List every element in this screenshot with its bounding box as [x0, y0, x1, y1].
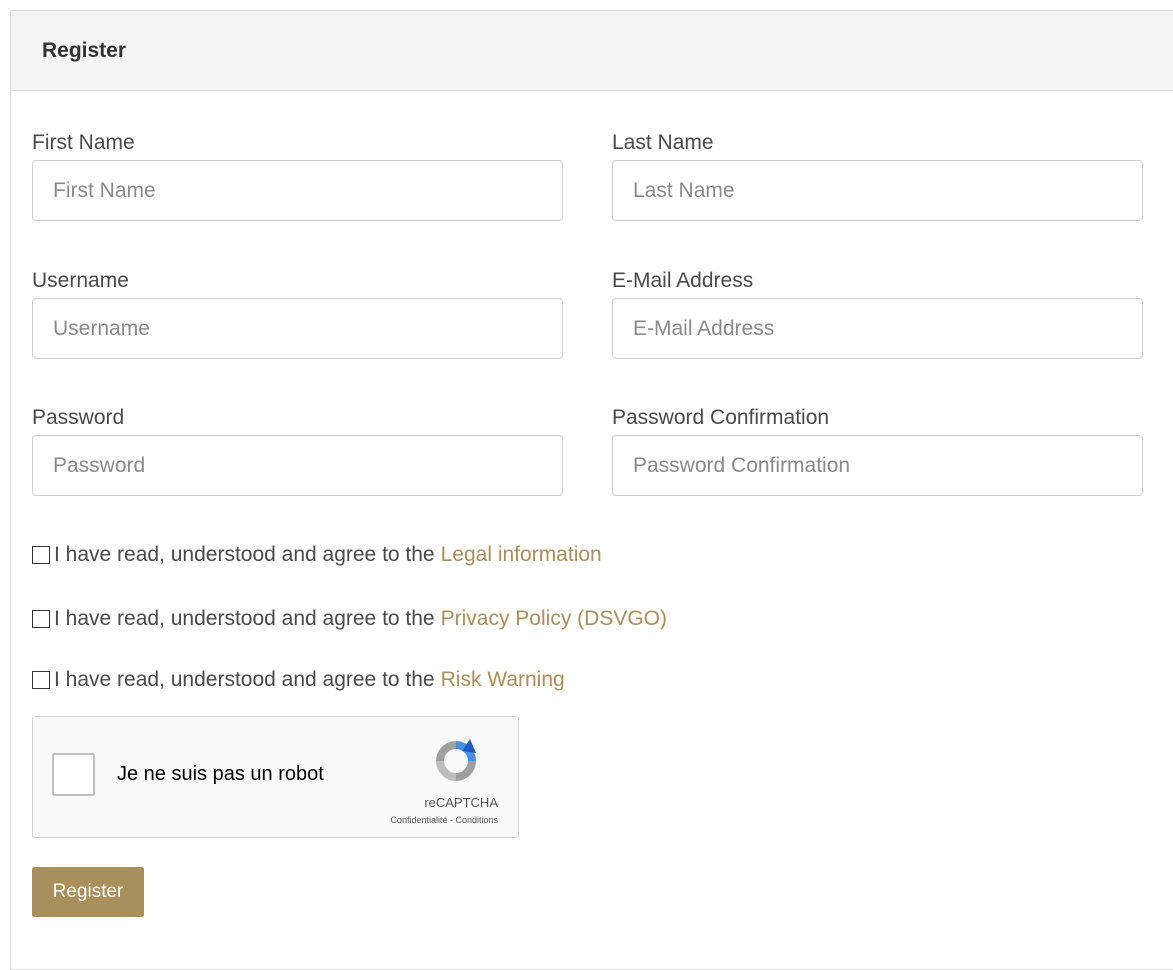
password-label: Password — [32, 406, 125, 429]
register-button[interactable]: Register — [32, 867, 144, 917]
last-name-input[interactable] — [612, 160, 1143, 221]
card-title: Register — [42, 38, 127, 62]
last-name-group: Last Name — [612, 128, 1143, 221]
username-group: Username — [32, 266, 563, 359]
password-confirmation-label: Password Confirmation — [612, 406, 830, 429]
password-input[interactable] — [32, 435, 563, 496]
username-label: Username — [32, 269, 129, 292]
agreement-risk-text: I have read, understood and agree to the — [54, 668, 435, 691]
agreement-legal: I have read, understood and agree to the… — [32, 540, 602, 570]
email-group: E-Mail Address — [612, 266, 1143, 359]
agreement-privacy-text: I have read, understood and agree to the — [54, 607, 435, 630]
username-input[interactable] — [32, 298, 563, 359]
password-confirmation-group: Password Confirmation — [612, 403, 1143, 496]
card-header: Register — [11, 11, 1173, 91]
recaptcha-logo-icon — [436, 739, 476, 781]
first-name-label: First Name — [32, 131, 135, 154]
email-input[interactable] — [612, 298, 1143, 359]
first-name-input[interactable] — [32, 160, 563, 221]
risk-warning-link[interactable]: Risk Warning — [441, 668, 565, 692]
risk-checkbox[interactable] — [32, 671, 50, 689]
email-label: E-Mail Address — [612, 269, 754, 292]
recaptcha-brand: reCAPTCHA — [424, 795, 498, 810]
agreement-risk: I have read, understood and agree to the… — [32, 665, 565, 695]
password-group: Password — [32, 403, 563, 496]
password-confirmation-input[interactable] — [612, 435, 1143, 496]
privacy-checkbox[interactable] — [32, 610, 50, 628]
privacy-policy-link[interactable]: Privacy Policy (DSVGO) — [441, 607, 667, 631]
recaptcha-terms-link[interactable]: Confidentialité - Conditions — [390, 815, 498, 825]
legal-checkbox[interactable] — [32, 546, 50, 564]
agreement-privacy: I have read, understood and agree to the… — [32, 604, 667, 634]
recaptcha-label: Je ne suis pas un robot — [117, 763, 324, 785]
legal-information-link[interactable]: Legal information — [441, 543, 602, 567]
recaptcha-checkbox[interactable] — [52, 753, 95, 796]
last-name-label: Last Name — [612, 131, 714, 154]
first-name-group: First Name — [32, 128, 563, 221]
recaptcha-widget: Je ne suis pas un robot reCAPTCHA Confid… — [32, 716, 519, 838]
agreement-legal-text: I have read, understood and agree to the — [54, 543, 435, 566]
